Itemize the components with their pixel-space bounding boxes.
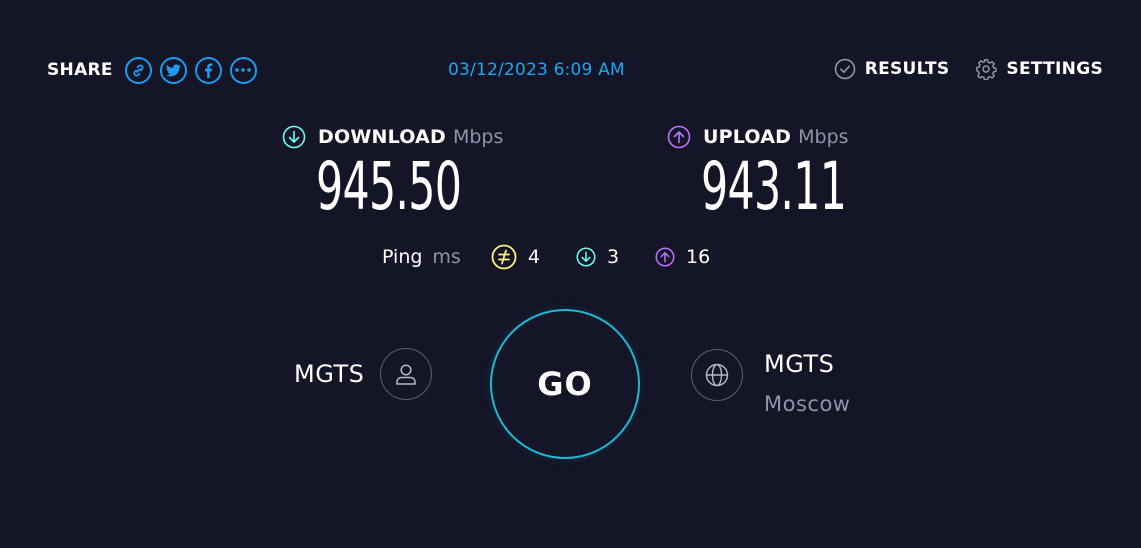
server-location-link[interactable]: Moscow [764,392,850,416]
facebook-icon [204,63,213,78]
upload-metric: UPLOAD Mbps 943.11 [667,124,849,220]
upload-latency-icon [655,247,675,267]
upload-value: 943.11 [701,148,847,225]
upload-label: UPLOAD [703,126,792,148]
more-icon [235,68,252,72]
speedtest-result-page: SHARE 03/12/2023 6:09 AM RESULTS SETTING… [0,0,1141,548]
isp-avatar [380,348,433,400]
link-icon [133,64,144,76]
download-label: DOWNLOAD [318,126,446,148]
isp-info: MGTS [294,348,433,400]
results-label: RESULTS [864,59,950,79]
results-link[interactable]: RESULTS [834,58,950,80]
server-globe [691,349,743,401]
globe-icon [705,363,729,387]
download-metric: DOWNLOAD Mbps 945.50 [282,124,504,220]
ping-row: Ping ms 4 3 16 [382,243,746,271]
share-bar: SHARE [47,53,265,87]
idle-latency-icon [491,244,517,270]
check-circle-icon [834,58,855,80]
download-arrow-icon [282,125,306,149]
upload-unit: Mbps [798,126,849,148]
gear-icon [976,59,998,80]
share-label: SHARE [47,60,113,80]
user-icon [396,364,417,385]
settings-label: SETTINGS [1006,59,1103,79]
top-nav: RESULTS SETTINGS [808,58,1103,80]
ping-upload-value: 16 [686,246,711,268]
ping-idle-value: 4 [527,246,540,268]
download-value: 945.50 [316,148,462,225]
download-latency-icon [576,247,596,267]
ping-unit: ms [432,246,461,268]
isp-name: MGTS [294,360,365,388]
go-button[interactable]: GO [490,309,640,459]
settings-link[interactable]: SETTINGS [975,58,1103,80]
share-more-button[interactable] [229,56,257,84]
share-twitter-button[interactable] [159,56,187,84]
share-link-button[interactable] [124,56,152,84]
ping-label: Ping [382,246,423,268]
upload-arrow-icon [667,125,691,149]
ping-upload: 16 [655,246,710,268]
result-timestamp: 03/12/2023 6:09 AM [448,60,625,80]
ping-download: 3 [576,246,619,268]
ping-download-value: 3 [606,246,620,268]
ping-idle: 4 [491,244,540,270]
download-unit: Mbps [452,126,504,148]
twitter-icon [165,63,181,76]
server-name: MGTS [764,350,835,378]
server-info: MGTS Moscow [691,349,850,416]
share-facebook-button[interactable] [194,56,222,84]
